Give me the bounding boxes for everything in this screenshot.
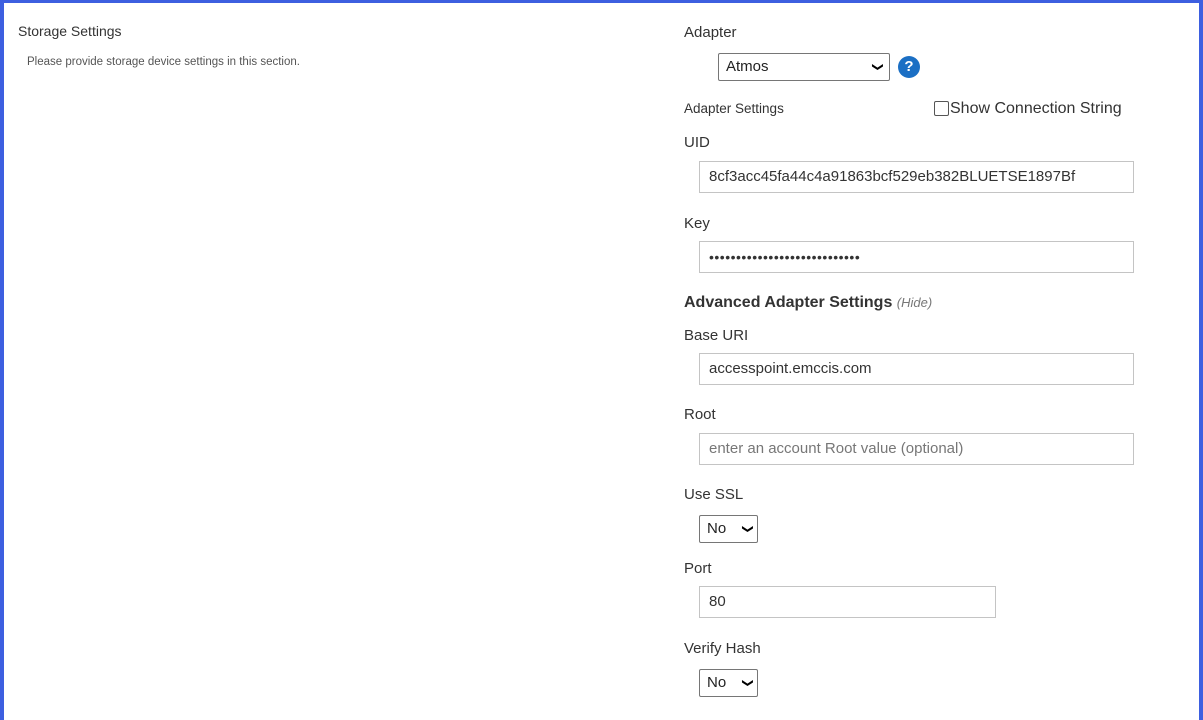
uid-label: UID [684,134,710,151]
chevron-down-icon: ❯ [741,524,754,534]
adapter-select[interactable]: Atmos ❯ [718,53,890,81]
use-ssl-select-value: No [707,520,727,537]
adapter-label: Adapter [684,24,737,41]
use-ssl-select[interactable]: No ❯ [699,515,758,543]
settings-frame: Storage Settings Please provide storage … [0,0,1203,720]
use-ssl-label: Use SSL [684,486,744,503]
key-password-input[interactable]: •••••••••••••••••••••••••••• [699,241,1134,273]
advanced-settings-title-text: Advanced Adapter Settings [684,294,893,311]
root-label: Root [684,406,716,423]
question-circle-icon[interactable]: ? [898,56,920,78]
base-uri-input[interactable]: accesspoint.emccis.com [699,353,1134,385]
verify-hash-select[interactable]: No ❯ [699,669,758,697]
uid-input[interactable]: 8cf3acc45fa44c4a91863bcf529eb382BLUETSE1… [699,161,1134,193]
chevron-down-icon: ❯ [871,62,884,72]
show-connection-string-checkbox[interactable] [934,101,949,116]
advanced-settings-title: Advanced Adapter Settings (Hide) [684,294,932,312]
section-title: Storage Settings [18,23,122,39]
section-description: Please provide storage device settings i… [27,56,300,68]
base-uri-label: Base URI [684,327,749,344]
show-connection-string-label[interactable]: Show Connection String [950,100,1122,118]
hide-advanced-link[interactable]: (Hide) [897,295,932,310]
port-label: Port [684,560,712,577]
verify-hash-label: Verify Hash [684,640,761,657]
verify-hash-select-value: No [707,674,727,691]
adapter-settings-label: Adapter Settings [684,101,784,116]
port-input[interactable]: 80 [699,586,996,618]
key-label: Key [684,215,710,232]
adapter-select-value: Atmos [726,58,769,75]
root-input[interactable]: enter an account Root value (optional) [699,433,1134,465]
chevron-down-icon: ❯ [741,678,754,688]
